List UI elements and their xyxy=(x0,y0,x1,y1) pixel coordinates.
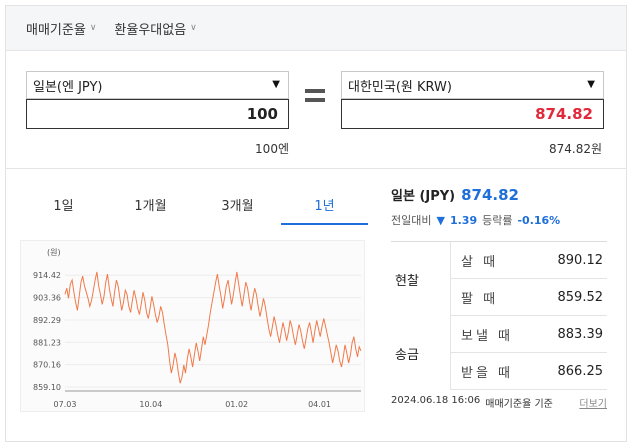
sell-value: 859.52 xyxy=(557,289,604,305)
receive-label: 받을 때 xyxy=(461,365,514,381)
to-amount-input[interactable]: 874.82 xyxy=(341,99,604,129)
x-tick-label: 07.03 xyxy=(54,400,77,409)
current-rate: 874.82 xyxy=(461,186,519,204)
period-tabs: 1일 1개월 3개월 1년 xyxy=(20,185,368,225)
table-row: 팔 때 859.52 xyxy=(451,279,607,316)
y-tick-label: 859.10 xyxy=(33,383,61,392)
chevron-down-icon: ∨ xyxy=(89,23,97,33)
timestamp: 2024.06.18 16:06 xyxy=(391,395,481,406)
pct-label: 등락률 xyxy=(482,214,513,227)
y-tick-label: 903.36 xyxy=(33,294,61,303)
basis-label: 매매기준율 기준 xyxy=(485,399,553,410)
cash-group: 현찰 살 때 890.12 팔 때 859.52 xyxy=(391,242,607,316)
y-tick-label: 914.42 xyxy=(33,271,61,280)
table-row: 살 때 890.12 xyxy=(451,242,607,279)
x-tick-label: 10.04 xyxy=(139,400,162,409)
to-amount-words: 874.82원 xyxy=(548,142,602,156)
equals-icon xyxy=(305,89,325,105)
footer: 2024.06.18 16:06 매매기준율 기준 더보기 xyxy=(391,395,607,410)
rate-type-dropdown[interactable]: 매매기준율 ∨ xyxy=(26,19,96,38)
tab-1day[interactable]: 1일 xyxy=(20,185,107,225)
rate-chart-svg: (원) 914.42 903.36 892.29 881.23 870.16 859.10… xyxy=(33,248,362,409)
tab-1month[interactable]: 1개월 xyxy=(107,185,194,225)
rate-title: 일본 (JPY) 874.82 xyxy=(391,185,606,204)
change-label: 전일대비 xyxy=(391,214,432,227)
chevron-down-icon: ∨ xyxy=(190,23,197,33)
y-tick-label: 870.16 xyxy=(33,361,61,370)
rate-type-label: 매매기준율 xyxy=(26,22,86,38)
remit-header: 송금 xyxy=(391,316,451,390)
to-currency-select[interactable]: 대한민국(원 KRW) ▼ xyxy=(341,71,604,99)
send-value: 883.39 xyxy=(557,326,604,342)
more-link[interactable]: 더보기 xyxy=(579,395,607,410)
from-currency-label: 일본(엔 JPY) xyxy=(33,79,103,95)
receive-value: 866.25 xyxy=(557,363,604,379)
from-amount-words: 100엔 xyxy=(255,142,289,156)
cash-header: 현찰 xyxy=(391,242,451,316)
discount-label: 환율우대없음 xyxy=(114,22,187,38)
rate-chart: (원) 914.42 903.36 892.29 881.23 870.16 859.10… xyxy=(20,240,365,412)
table-row: 보낼 때 883.39 xyxy=(451,316,607,353)
buy-label: 살 때 xyxy=(461,254,499,270)
rate-summary: 일본 (JPY) 874.82 전일대비 ▼ 1.39 등락률 -0.16% xyxy=(391,185,606,228)
caret-down-icon: ▼ xyxy=(272,79,280,90)
sell-label: 팔 때 xyxy=(461,291,499,307)
table-row: 받을 때 866.25 xyxy=(451,353,607,390)
options-bar: 매매기준율 ∨ 환율우대없음 ∨ xyxy=(6,6,626,51)
send-label: 보낼 때 xyxy=(461,328,514,344)
from-currency-select[interactable]: 일본(엔 JPY) ▼ xyxy=(26,71,289,99)
caret-down-icon: ▼ xyxy=(587,79,595,90)
discount-dropdown[interactable]: 환율우대없음 ∨ xyxy=(114,19,196,38)
to-amount-value: 874.82 xyxy=(535,105,593,123)
converter: 일본(엔 JPY) ▼ 100 대한민국(원 KRW) ▼ 874.82 100… xyxy=(6,51,626,169)
change-value: 1.39 xyxy=(449,213,478,227)
tab-1year[interactable]: 1년 xyxy=(281,185,368,225)
from-amount-value: 100 xyxy=(246,105,278,123)
buy-value: 890.12 xyxy=(557,252,604,268)
to-currency-label: 대한민국(원 KRW) xyxy=(348,79,452,95)
chart-unit-label: (원) xyxy=(47,248,61,257)
x-tick-label: 01.02 xyxy=(225,400,248,409)
remit-group: 송금 보낼 때 883.39 받을 때 866.25 xyxy=(391,316,607,390)
pct-value: -0.16% xyxy=(517,213,561,227)
y-tick-label: 892.29 xyxy=(33,316,61,325)
tab-3months[interactable]: 3개월 xyxy=(194,185,281,225)
rate-series-line xyxy=(64,271,362,384)
down-triangle-icon: ▼ xyxy=(436,213,445,227)
from-amount-input[interactable]: 100 xyxy=(26,99,289,129)
x-tick-label: 04.01 xyxy=(308,400,331,409)
rate-change: 전일대비 ▼ 1.39 등락률 -0.16% xyxy=(391,212,606,228)
currency-name: 일본 (JPY) xyxy=(391,189,456,204)
y-tick-label: 881.23 xyxy=(33,338,61,347)
rate-table: 현찰 살 때 890.12 팔 때 859.52 송금 보낼 때 883.39 … xyxy=(391,241,607,390)
